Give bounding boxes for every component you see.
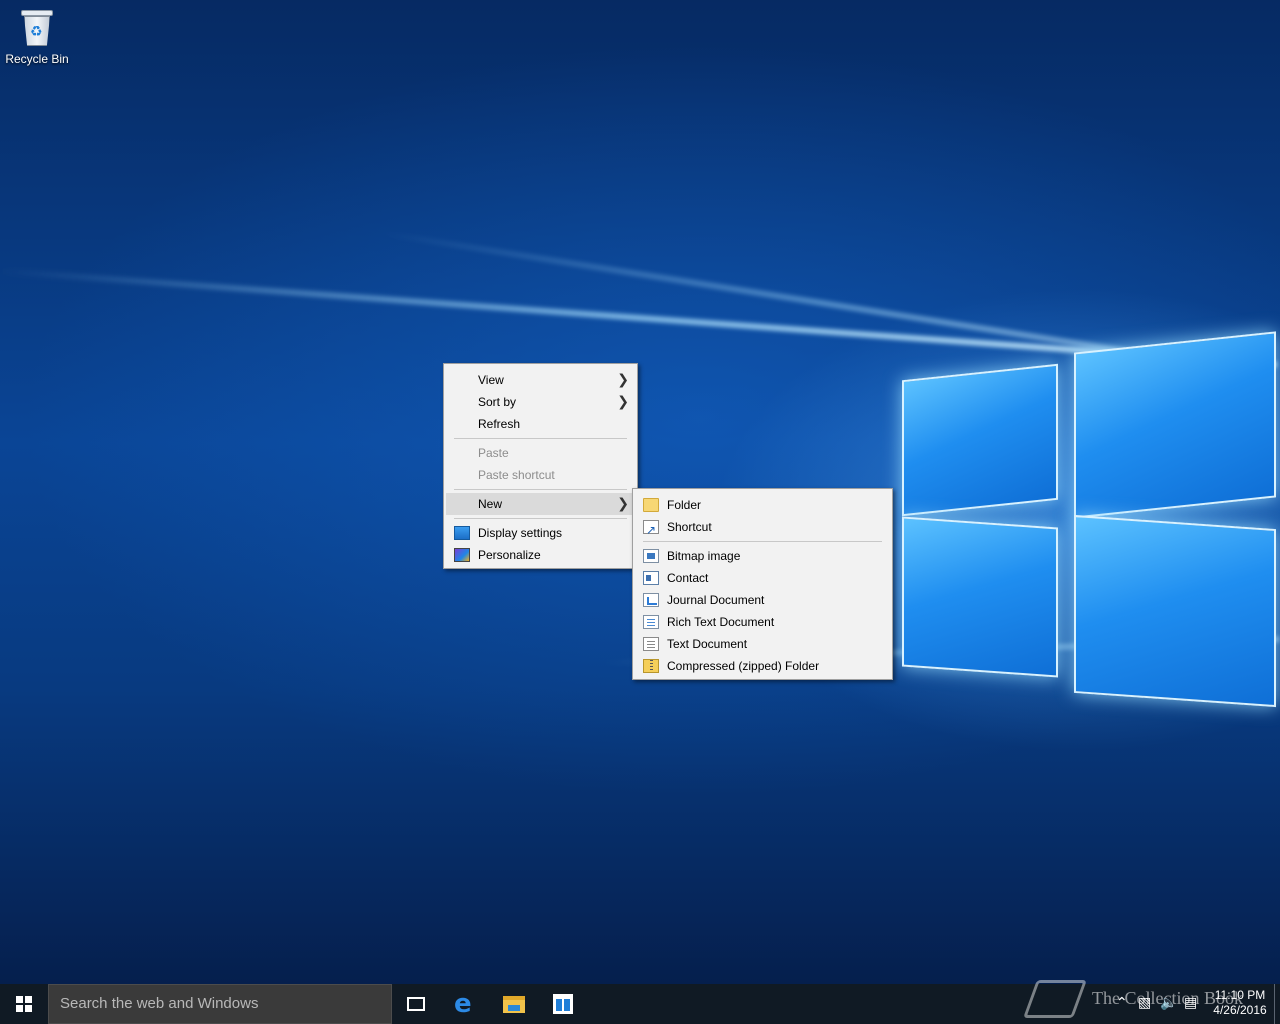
store-button[interactable]	[539, 984, 587, 1024]
folder-icon	[643, 498, 659, 512]
menu-item-label: Paste	[478, 446, 509, 460]
menu-item-sort-by[interactable]: Sort by ❯	[446, 391, 635, 413]
desktop-icon-recycle-bin[interactable]: ♻ Recycle Bin	[4, 8, 70, 66]
recycle-bin-icon: ♻	[19, 8, 55, 48]
zip-folder-icon	[643, 659, 659, 673]
journal-icon	[643, 593, 659, 607]
menu-item-display-settings[interactable]: Display settings	[446, 522, 635, 544]
volume-icon[interactable]: 🔈	[1160, 995, 1177, 1011]
menu-separator	[454, 438, 627, 439]
submenu-item-shortcut[interactable]: Shortcut	[635, 516, 890, 541]
task-view-icon	[407, 997, 425, 1011]
submenu-item-folder[interactable]: Folder	[635, 494, 890, 516]
personalize-icon	[454, 548, 470, 562]
menu-item-label: View	[478, 373, 504, 387]
menu-item-label: Paste shortcut	[478, 468, 555, 482]
menu-item-refresh[interactable]: Refresh	[446, 413, 635, 435]
window-logo-pane	[902, 516, 1058, 678]
menu-item-label: Bitmap image	[667, 549, 741, 563]
menu-item-label: Journal Document	[667, 593, 765, 607]
menu-separator	[643, 541, 882, 542]
window-logo-pane	[902, 363, 1058, 517]
menu-item-personalize[interactable]: Personalize	[446, 544, 635, 566]
chevron-right-icon: ❯	[617, 394, 629, 410]
menu-item-label: Folder	[667, 498, 702, 512]
desktop-icon-label: Recycle Bin	[5, 52, 69, 66]
contact-icon	[643, 571, 659, 585]
task-view-button[interactable]	[392, 984, 440, 1024]
network-icon[interactable]: ▧	[1138, 995, 1151, 1011]
system-tray: ⌃ ▧ 🔈 ▤	[1112, 984, 1212, 1024]
book-icon	[1023, 980, 1087, 1018]
display-icon	[454, 526, 470, 540]
menu-item-label: Refresh	[478, 417, 521, 431]
menu-item-label: Display settings	[478, 526, 563, 540]
chevron-right-icon: ❯	[617, 496, 629, 512]
menu-item-label: Rich Text Document	[667, 615, 775, 629]
menu-item-label: Shortcut	[667, 520, 712, 534]
edge-icon: e	[454, 989, 472, 1019]
rich-text-icon	[643, 615, 659, 629]
menu-item-label: Compressed (zipped) Folder	[667, 659, 820, 673]
menu-item-view[interactable]: View ❯	[446, 369, 635, 391]
menu-item-new[interactable]: New ❯	[446, 493, 635, 515]
window-logo-pane	[1074, 331, 1276, 519]
action-center-icon[interactable]: ▤	[1184, 995, 1197, 1011]
submenu-item-bitmap-image[interactable]: Bitmap image	[635, 545, 890, 567]
chevron-right-icon: ❯	[617, 372, 629, 388]
search-placeholder: Search the web and Windows	[60, 995, 259, 1012]
menu-item-label: Text Document	[667, 637, 748, 651]
new-submenu: Folder Shortcut Bitmap image Contact Jou…	[632, 488, 893, 680]
search-input[interactable]: Search the web and Windows	[48, 984, 392, 1024]
bitmap-icon	[643, 549, 659, 563]
menu-item-paste-shortcut: Paste shortcut	[446, 464, 635, 486]
menu-separator	[454, 518, 627, 519]
chevron-up-icon[interactable]: ⌃	[1116, 995, 1128, 1011]
clock-date: 4/26/2016	[1213, 1003, 1267, 1017]
windows-logo-icon	[16, 996, 32, 1012]
edge-button[interactable]: e	[442, 984, 490, 1024]
file-explorer-button[interactable]	[490, 984, 538, 1024]
window-logo-pane	[1074, 514, 1276, 708]
menu-separator	[454, 489, 627, 490]
shortcut-icon	[643, 519, 659, 541]
submenu-item-rich-text-document[interactable]: Rich Text Document	[635, 611, 890, 633]
start-button[interactable]	[0, 984, 48, 1024]
text-document-icon	[643, 637, 659, 651]
submenu-item-text-document[interactable]: Text Document	[635, 633, 890, 655]
clock-time: 11:10 PM	[1214, 988, 1266, 1002]
desktop-context-menu: View ❯ Sort by ❯ Refresh Paste Paste sho…	[443, 363, 638, 569]
submenu-item-journal-document[interactable]: Journal Document	[635, 589, 890, 611]
menu-item-label: Personalize	[478, 548, 541, 562]
menu-item-label: Contact	[667, 571, 709, 585]
menu-item-label: New	[478, 497, 503, 511]
menu-item-paste: Paste	[446, 442, 635, 464]
menu-item-label: Sort by	[478, 395, 517, 409]
file-explorer-icon	[503, 996, 525, 1013]
store-icon	[553, 994, 573, 1014]
show-desktop-button[interactable]	[1274, 984, 1280, 1024]
submenu-item-compressed-folder[interactable]: Compressed (zipped) Folder	[635, 655, 890, 677]
submenu-item-contact[interactable]: Contact	[635, 567, 890, 589]
taskbar-clock[interactable]: 11:10 PM 4/26/2016	[1212, 988, 1268, 1018]
